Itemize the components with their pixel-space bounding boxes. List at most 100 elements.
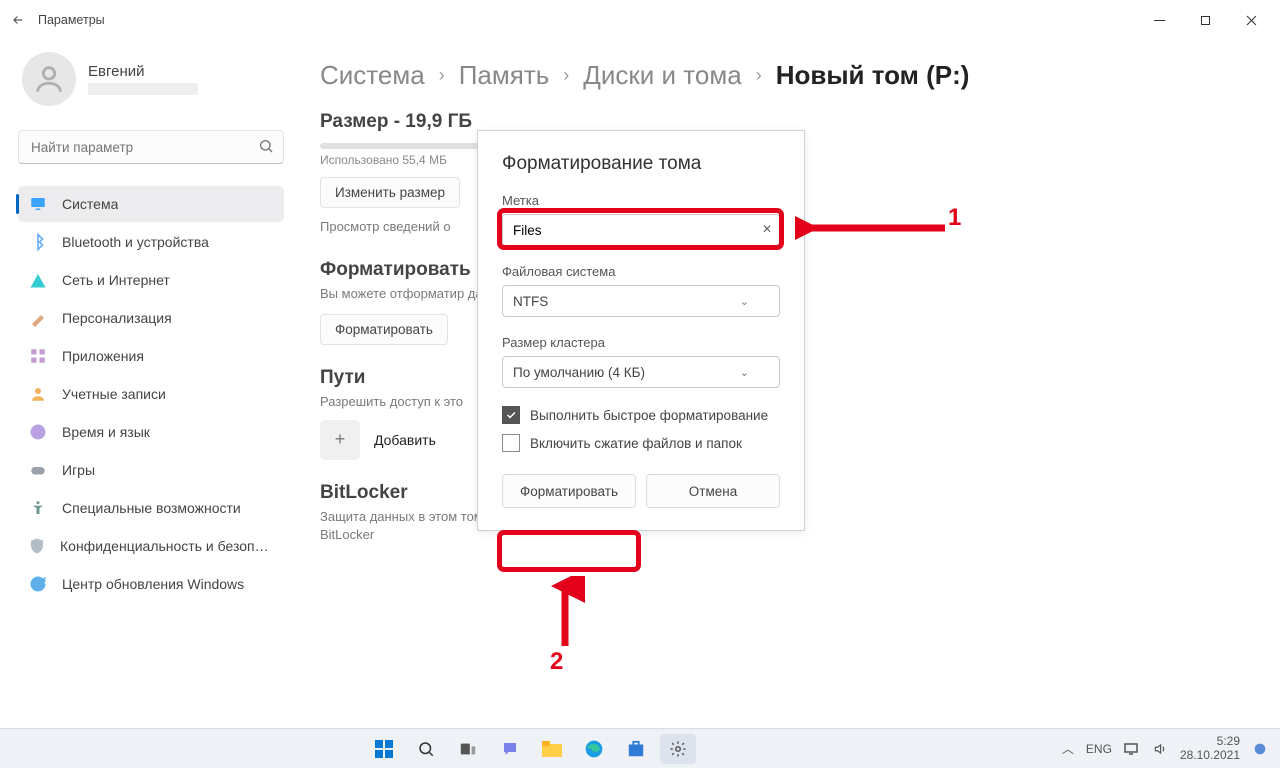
- sidebar-item-label: Игры: [62, 462, 95, 478]
- sidebar-item-label: Конфиденциальность и безопасность: [60, 538, 274, 554]
- store-icon[interactable]: [618, 734, 654, 764]
- nav-icon: [28, 498, 48, 518]
- taskbar-search-icon[interactable]: [408, 734, 444, 764]
- nav-list: Система Bluetooth и устройства Сеть и Инте…: [18, 186, 284, 602]
- sidebar-item-9[interactable]: Конфиденциальность и безопасность: [18, 528, 284, 564]
- system-tray[interactable]: ︿ ENG 5:29 28.10.2021: [1062, 735, 1280, 761]
- sidebar-item-label: Система: [62, 196, 118, 212]
- breadcrumb-link[interactable]: Память: [459, 60, 550, 91]
- checkbox-unchecked-icon: [502, 434, 520, 452]
- sidebar-item-label: Bluetooth и устройства: [62, 234, 209, 250]
- tray-volume-icon[interactable]: [1152, 742, 1168, 756]
- tray-clock[interactable]: 5:29 28.10.2021: [1180, 735, 1240, 761]
- chevron-down-icon: ⌄: [740, 295, 749, 308]
- breadcrumb-link[interactable]: Система: [320, 60, 425, 91]
- nav-icon: [28, 422, 48, 442]
- tray-chevron-icon[interactable]: ︿: [1062, 740, 1074, 757]
- chevron-right-icon: ›: [756, 65, 762, 86]
- nav-icon: [28, 384, 48, 404]
- avatar: [22, 52, 76, 106]
- sidebar-item-label: Сеть и Интернет: [62, 272, 170, 288]
- dialog-cancel-button[interactable]: Отмена: [646, 474, 780, 508]
- tray-notifications-icon[interactable]: [1252, 741, 1268, 757]
- quick-format-checkbox[interactable]: Выполнить быстрое форматирование: [502, 406, 780, 424]
- resize-button[interactable]: Изменить размер: [320, 177, 460, 208]
- cluster-select[interactable]: По умолчанию (4 КБ) ⌄: [502, 356, 780, 388]
- nav-icon: [28, 460, 48, 480]
- filesystem-value: NTFS: [513, 294, 548, 309]
- nav-icon: [28, 308, 48, 328]
- nav-icon: [28, 346, 48, 366]
- sidebar-item-8[interactable]: Специальные возможности: [18, 490, 284, 526]
- search-input[interactable]: [18, 130, 284, 164]
- tray-date: 28.10.2021: [1180, 749, 1240, 762]
- tray-network-icon[interactable]: [1124, 742, 1140, 756]
- clear-icon[interactable]: ✕: [762, 222, 772, 236]
- breadcrumb-current: Новый том (P:): [776, 60, 970, 91]
- minimize-button[interactable]: [1136, 4, 1182, 36]
- dialog-format-button[interactable]: Форматировать: [502, 474, 636, 508]
- start-button[interactable]: [366, 734, 402, 764]
- label-field-label: Метка: [502, 193, 780, 208]
- sidebar-item-0[interactable]: Система: [18, 186, 284, 222]
- window-title: Параметры: [38, 13, 105, 27]
- filesystem-select[interactable]: NTFS ⌄: [502, 285, 780, 317]
- sidebar-item-3[interactable]: Персонализация: [18, 300, 284, 336]
- settings-taskbar-icon[interactable]: [660, 734, 696, 764]
- breadcrumb: Система › Память › Диски и тома › Новый том (P…: [320, 60, 1240, 91]
- sidebar-item-4[interactable]: Приложения: [18, 338, 284, 374]
- cluster-label: Размер кластера: [502, 335, 780, 350]
- chevron-right-icon: ›: [563, 65, 569, 86]
- back-button[interactable]: [6, 8, 30, 32]
- sidebar-item-label: Персонализация: [62, 310, 172, 326]
- search-icon: [258, 138, 274, 154]
- sidebar-item-7[interactable]: Игры: [18, 452, 284, 488]
- task-view-icon[interactable]: [450, 734, 486, 764]
- chevron-down-icon: ⌄: [740, 366, 749, 379]
- add-path-label: Добавить: [374, 432, 436, 448]
- compress-label: Включить сжатие файлов и папок: [530, 436, 742, 451]
- nav-icon: [28, 194, 48, 214]
- sidebar-item-label: Приложения: [62, 348, 144, 364]
- sidebar: Евгений Система Bluetooth и устройства Сет…: [0, 40, 300, 728]
- user-name: Евгений: [88, 63, 198, 80]
- tray-lang[interactable]: ENG: [1086, 742, 1112, 756]
- nav-icon: [28, 232, 48, 252]
- sidebar-item-label: Время и язык: [62, 424, 150, 440]
- chevron-right-icon: ›: [439, 65, 445, 86]
- titlebar: Параметры: [0, 0, 1280, 40]
- sidebar-item-1[interactable]: Bluetooth и устройства: [18, 224, 284, 260]
- sidebar-item-label: Учетные записи: [62, 386, 166, 402]
- format-button[interactable]: Форматировать: [320, 314, 448, 345]
- annotation-number-2: 2: [550, 648, 563, 676]
- nav-icon: [28, 536, 46, 556]
- quick-format-label: Выполнить быстрое форматирование: [530, 408, 768, 423]
- dialog-title: Форматирование тома: [502, 153, 780, 175]
- sidebar-item-label: Центр обновления Windows: [62, 576, 244, 592]
- add-path-button[interactable]: +: [320, 420, 360, 460]
- sidebar-item-10[interactable]: Центр обновления Windows: [18, 566, 284, 602]
- filesystem-label: Файловая система: [502, 264, 780, 279]
- cluster-value: По умолчанию (4 КБ): [513, 365, 645, 380]
- sidebar-item-6[interactable]: Время и язык: [18, 414, 284, 450]
- user-email-placeholder: [88, 83, 198, 95]
- annotation-number-1: 1: [948, 204, 961, 232]
- edge-icon[interactable]: [576, 734, 612, 764]
- close-button[interactable]: [1228, 4, 1274, 36]
- explorer-icon[interactable]: [534, 734, 570, 764]
- breadcrumb-link[interactable]: Диски и тома: [583, 60, 741, 91]
- volume-label-input[interactable]: [502, 214, 780, 246]
- format-dialog: Форматирование тома Метка ✕ Файловая сис…: [477, 130, 805, 531]
- sidebar-item-5[interactable]: Учетные записи: [18, 376, 284, 412]
- sidebar-item-label: Специальные возможности: [62, 500, 241, 516]
- tray-time: 5:29: [1180, 735, 1240, 748]
- nav-icon: [28, 574, 48, 594]
- compress-checkbox[interactable]: Включить сжатие файлов и папок: [502, 434, 780, 452]
- sidebar-item-2[interactable]: Сеть и Интернет: [18, 262, 284, 298]
- user-block[interactable]: Евгений: [18, 52, 284, 106]
- settings-window: Параметры Евгений СистемаBlu: [0, 0, 1280, 728]
- chat-icon[interactable]: [492, 734, 528, 764]
- nav-icon: [28, 270, 48, 290]
- search-field[interactable]: [18, 130, 284, 164]
- maximize-button[interactable]: [1182, 4, 1228, 36]
